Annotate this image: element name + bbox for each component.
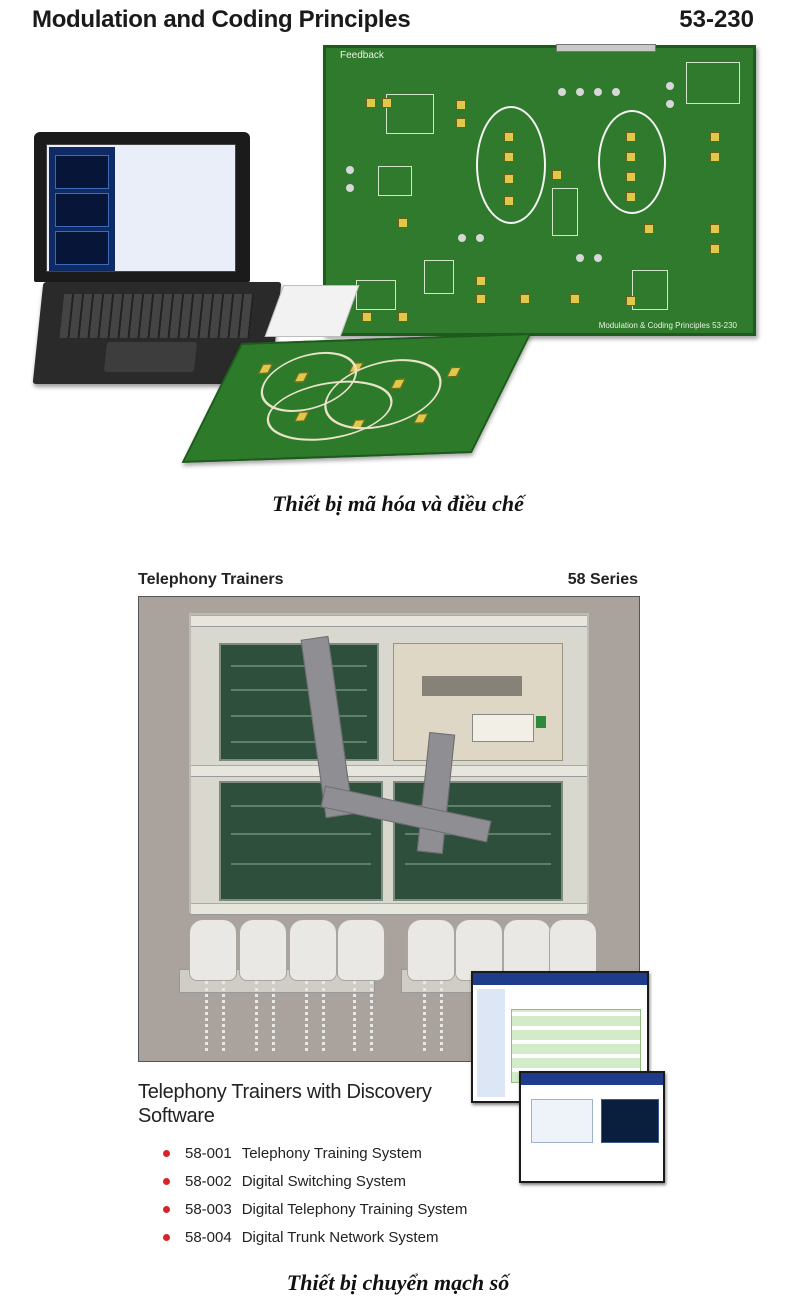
modulation-board-image: Feedback Modulation & Coding Principles … [323,44,756,336]
bullet-icon [163,1178,170,1185]
bullet-icon [163,1234,170,1241]
figure-telephony-trainers: Telephony Trainers 58 Series Telephony T… [107,568,683,1258]
figure2-description: Telephony Trainers with Discovery Softwa… [138,1081,432,1127]
bullet-icon [163,1150,170,1157]
figure2-title: Telephony Trainers [138,571,284,588]
figure1-title: Modulation and Coding Principles [32,6,411,33]
product-list: 58-001 Telephony Training System 58-002 Di… [163,1140,467,1252]
software-window-screenshot-2 [519,1071,665,1183]
bullet-icon [163,1206,170,1213]
laptop-screen [34,132,250,282]
figure1-product-code: 53-230 [679,6,754,33]
figure2-series: 58 Series [567,571,638,588]
list-item: 58-004 Digital Trunk Network System [163,1224,467,1252]
list-item: 58-003 Digital Telephony Training System [163,1196,467,1224]
caption-digital-switching: Thiết bị chuyển mạch số [286,1270,510,1295]
figure-modulation-coding: Modulation and Coding Principles 53-230 … [26,0,768,480]
list-item: 58-001 Telephony Training System [163,1140,467,1168]
caption-modulation-coding: Thiết bị mã hóa và điều chế [272,491,524,516]
list-item: 58-002 Digital Switching System [163,1168,467,1196]
board-brand-label: Feedback [340,50,384,61]
board-model-label: Modulation & Coding Principles 53-230 [598,321,737,330]
